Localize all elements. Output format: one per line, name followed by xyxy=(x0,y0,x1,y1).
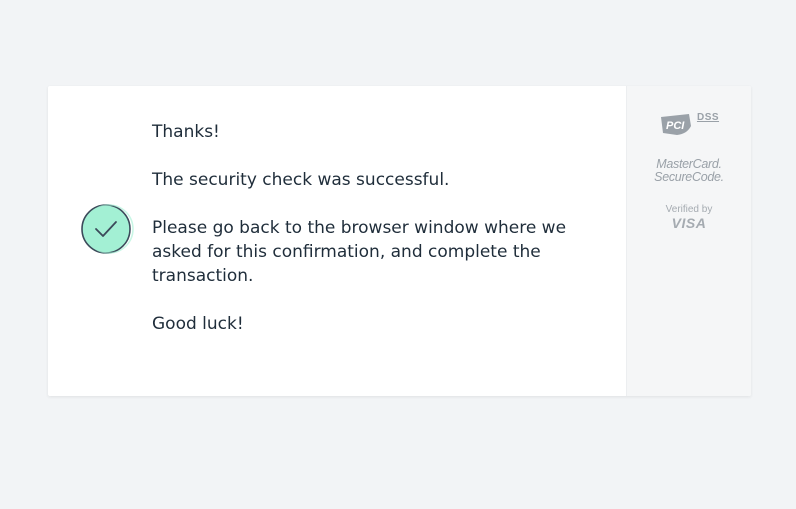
confirmation-message: Thanks! The security check was successfu… xyxy=(152,120,602,360)
mastercard-securecode-logo: MasterCard. SecureCode. xyxy=(654,158,724,184)
svg-text:PCI: PCI xyxy=(666,120,685,132)
pci-dss-logo: PCI DSS xyxy=(659,112,719,136)
pci-shield-icon: PCI xyxy=(660,114,691,135)
thanks-text: Thanks! xyxy=(152,122,220,142)
confirmation-card: Thanks! The security check was successfu… xyxy=(48,86,751,396)
visa-text: VISA xyxy=(671,215,707,231)
pci-dss-label: DSS xyxy=(696,112,720,123)
success-check-icon xyxy=(79,202,135,258)
security-check-text: The security check was successful. xyxy=(152,170,450,190)
confirmation-main: Thanks! The security check was successfu… xyxy=(48,86,626,396)
securecode-text: SecureCode. xyxy=(654,170,724,184)
verified-by-visa-logo: Verified by VISA xyxy=(666,204,713,231)
good-luck-text: Good luck! xyxy=(152,314,244,334)
security-badges-sidebar: PCI DSS MasterCard. SecureCode. Verified… xyxy=(626,86,751,396)
instructions-text: Please go back to the browser window whe… xyxy=(152,218,567,286)
